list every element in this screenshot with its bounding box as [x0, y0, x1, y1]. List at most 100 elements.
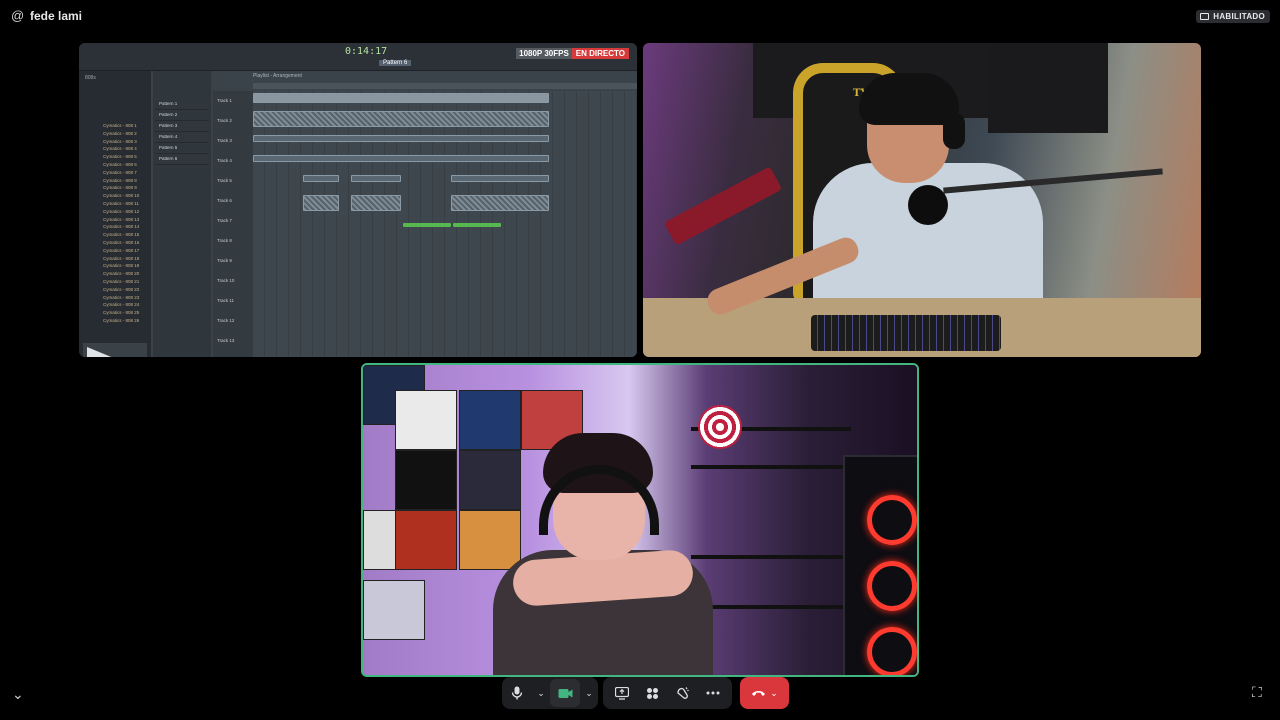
playlist-grid [253, 91, 637, 357]
list-item: Cymatics - 808 18 [103, 255, 140, 261]
channel-name[interactable]: fede lami [30, 9, 82, 23]
list-item: Cymatics - 808 20 [103, 271, 140, 277]
list-item: Cymatics - 808 25 [103, 310, 140, 316]
pattern-clip [451, 175, 549, 182]
microphone-icon [511, 686, 523, 700]
dm-icon: @ [11, 8, 25, 23]
poster [363, 580, 425, 640]
pc-case [843, 455, 917, 675]
daw-playlist: Playlist - Arrangement Track 1 Track 2 T… [213, 71, 637, 357]
list-item: Cymatics - 808 23 [103, 294, 140, 300]
daw-browser: 808s Cymatics - 808 1 Cymatics - 808 2 C… [79, 71, 151, 357]
pattern-clip [451, 195, 549, 211]
pattern-clip [303, 175, 339, 182]
soundboard-button[interactable] [668, 677, 698, 709]
track-label: Track 13 [217, 338, 235, 343]
list-item: Cymatics - 808 26 [103, 317, 140, 323]
playlist-track-list: Track 1 Track 2 Track 3 Track 4 Track 5 … [213, 91, 253, 357]
list-item: Cymatics - 808 13 [103, 216, 140, 222]
webcam-tile-2[interactable] [361, 363, 919, 677]
share-screen-button[interactable] [607, 677, 637, 709]
list-item: Cymatics - 808 15 [103, 232, 140, 238]
channel-item: Pattern 5 [155, 143, 209, 154]
track-label: Track 5 [217, 178, 232, 183]
camera-options-chevron[interactable]: ⌄ [580, 677, 598, 709]
playlist-ruler [253, 83, 637, 89]
media-controls: ⌄ ⌄ [502, 677, 598, 709]
list-item: Cymatics - 808 1 [103, 123, 137, 128]
daw-channel-rack: Pattern 1 Pattern 2 Pattern 3 Pattern 4 … [153, 71, 211, 357]
track-label: Track 2 [217, 118, 232, 123]
chevron-down-icon[interactable]: ⌄ [12, 686, 24, 703]
track-label: Track 11 [217, 298, 235, 303]
webcam-tile-1[interactable]: TYPHON [643, 43, 1201, 357]
list-item: Cymatics - 808 6 [103, 161, 137, 167]
hangup-icon [752, 691, 766, 696]
disconnect-button[interactable]: ⌄ [740, 677, 789, 709]
screen-share-tile[interactable]: 0:14:17 Pattern 6 1080P 30FPS EN DIRECTO… [79, 43, 637, 357]
list-item: Cymatics - 808 10 [103, 193, 140, 199]
activities-button[interactable] [637, 677, 667, 709]
poster [395, 450, 457, 510]
track-label: Track 3 [217, 138, 232, 143]
track-label: Track 7 [217, 218, 232, 223]
list-item: Cymatics - 808 22 [103, 286, 140, 292]
poster [395, 390, 457, 450]
poster [395, 510, 457, 570]
poster [459, 450, 521, 510]
mute-button[interactable] [502, 677, 532, 709]
list-item: Cymatics - 808 9 [103, 185, 137, 191]
list-item: Cymatics - 808 8 [103, 177, 137, 183]
disconnect-options-chevron[interactable]: ⌄ [770, 688, 778, 699]
daw-time: 0:14:17 [345, 46, 388, 57]
channel-item: Pattern 4 [155, 132, 209, 143]
pattern-clip [351, 175, 401, 182]
headphones [943, 113, 965, 149]
list-item: Cymatics - 808 24 [103, 302, 140, 308]
camera-button[interactable] [550, 679, 580, 707]
track-label: Track 4 [217, 158, 232, 163]
more-button[interactable] [698, 677, 728, 709]
track-label: Track 10 [217, 278, 235, 283]
stream-quality: 1080P 30FPS [516, 48, 572, 59]
call-header: @ fede lami HABILITADO [0, 0, 1280, 32]
list-item: Cymatics - 808 11 [103, 200, 139, 206]
list-item: Cymatics - 808 12 [103, 208, 140, 214]
pattern-clip [303, 195, 339, 211]
list-item: Cymatics - 808 3 [103, 138, 137, 144]
track-label: Track 6 [217, 198, 232, 203]
list-item: Cymatics - 808 7 [103, 169, 137, 175]
live-badge: EN DIRECTO [571, 48, 629, 59]
pattern-clip [253, 111, 549, 127]
channel-item: Pattern 1 [155, 99, 209, 110]
more-icon [706, 691, 720, 695]
poster [459, 390, 521, 450]
daw-browser-title: 808s [85, 75, 96, 81]
pattern-clip [253, 155, 549, 162]
list-item: Cymatics - 808 21 [103, 278, 140, 284]
channel-item: Pattern 6 [155, 154, 209, 165]
status-badge: HABILITADO [1196, 10, 1270, 23]
poster [459, 510, 521, 570]
screen-icon [1200, 13, 1210, 20]
daw-browser-list: Cymatics - 808 1 Cymatics - 808 2 Cymati… [103, 123, 149, 326]
channel-item: Pattern 3 [155, 121, 209, 132]
daw-pattern-selector: Pattern 6 [379, 60, 412, 66]
list-item: Cymatics - 808 19 [103, 263, 140, 269]
track-label: Track 1 [217, 98, 232, 103]
list-item: Cymatics - 808 4 [103, 146, 137, 152]
microphone [908, 185, 948, 225]
acoustic-panel [988, 43, 1108, 133]
share-screen-icon [615, 686, 630, 700]
mic-options-chevron[interactable]: ⌄ [532, 677, 550, 709]
list-item: Cymatics - 808 14 [103, 224, 140, 230]
track-label: Track 9 [217, 258, 232, 263]
fullscreen-icon[interactable]: ⛶ [1252, 684, 1262, 701]
pattern-clip [253, 135, 549, 142]
pattern-clip [351, 195, 401, 211]
stream-badge: 1080P 30FPS EN DIRECTO [516, 48, 629, 59]
pattern-clip [403, 223, 451, 227]
list-item: Cymatics - 808 17 [103, 247, 140, 253]
audio-clip [253, 93, 549, 103]
playlist-title: Playlist - Arrangement [253, 73, 302, 79]
